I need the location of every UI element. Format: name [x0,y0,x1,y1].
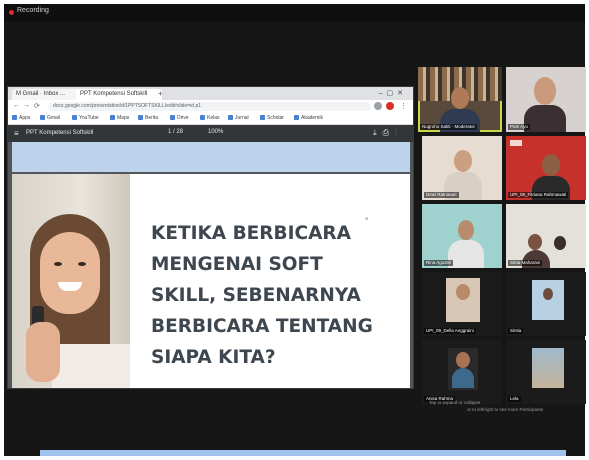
address-bar[interactable]: docs.google.com/presentation/d/1PPTSOFTS… [48,102,371,111]
slide-heading-line: MENGENAI SOFT [151,254,323,275]
bookmark-item[interactable]: Drive [170,115,189,121]
bookmark-item[interactable]: YouTube [72,115,99,121]
photo-eye [54,262,62,266]
participant-name: Sintia [508,328,524,334]
new-tab-button[interactable]: + [158,89,163,98]
gallery-hint: Tap to expand or collapse [429,400,481,405]
participant-tile[interactable]: Lela [506,340,586,404]
photo-face [40,232,100,314]
slide-heading-line: SIAPA KITA? [151,347,276,368]
bookmark-item[interactable]: Scholar [260,115,284,121]
profile-avatar-icon[interactable] [386,102,394,110]
pdf-zoom-level[interactable]: 100% [208,129,223,135]
back-icon[interactable]: ← [13,102,20,109]
participant-head [554,236,566,250]
participant-tile[interactable]: Putri Ayu [506,67,586,132]
participant-name: UPI_08_Fitriana Rahmawati [508,192,569,198]
participant-photo [532,280,564,320]
participant-head [534,77,556,105]
bottom-highlight-strip [40,450,566,456]
forward-icon[interactable]: → [23,102,30,109]
slide-heading: KETIKA BERBICARA MENGENAI SOFT SKILL, SE… [151,218,401,373]
pdf-page-indicator[interactable]: 1 / 28 [168,129,183,135]
photo-hand [26,322,60,382]
bookmark-item[interactable]: Apps [12,115,30,121]
participant-photo [532,348,564,388]
participant-head [454,150,472,172]
gallery-hint: or to left/right to see more Participant… [467,407,544,412]
participant-body [524,105,566,132]
reload-icon[interactable]: ⟳ [34,102,40,110]
participant-name: Lela [508,396,521,402]
slide-photo-woman-on-phone [12,174,130,388]
browser-tab-gmail[interactable]: M Gmail · Inbox ... [12,89,82,100]
pdf-viewer-toolbar: ≡ PPT Kompetensi Softskill 1 / 28 100% ⤓… [8,125,413,142]
participant-head [456,284,470,300]
participant-name: Rina Agustin [424,260,454,266]
participant-head [458,220,474,240]
browser-tab-bar: M Gmail · Inbox ... PPT Kompetensi Softs… [8,87,413,100]
bookmark-item[interactable]: Maps [110,115,129,121]
pdf-menu-icon[interactable]: ≡ [14,129,19,138]
participant-name: Dewi Ratnasari [424,192,459,198]
participant-head [543,288,553,300]
participant-tile[interactable]: UPI_09_Della Anggraini [422,272,502,336]
bookmark-item[interactable]: Jurnal [228,115,249,121]
participant-head [456,352,470,368]
participant-tile[interactable]: Sinta Maharani [506,204,586,268]
participant-head [451,87,469,109]
browser-menu-icon[interactable]: ⋮ [400,102,407,110]
virtual-background-logo [510,140,522,146]
participant-tile[interactable]: Rina Agustin [422,204,502,268]
participant-body [448,240,484,268]
window-controls[interactable]: –▢✕ [379,89,407,97]
participant-name: Sinta Maharani [508,260,543,266]
previous-page-bottom [12,142,410,172]
photo-eye [78,262,86,266]
participant-head [528,234,542,250]
participant-tile[interactable]: Sintia [506,272,586,336]
presentation-slide: • KETIKA BERBICARA MENGENAI SOFT SKILL, … [12,174,410,388]
slide-heading-line: SKILL, SEBENARNYA [151,285,361,306]
slide-heading-line: BERBICARA TENTANG [151,316,373,337]
bookmark-item[interactable]: Gmail [40,115,60,121]
browser-tab-ppt[interactable]: PPT Kompetensi Softskill [76,89,162,100]
photo-shirt [52,344,130,388]
bookmark-item[interactable]: Berita [138,115,158,121]
participant-head [542,154,560,176]
zoom-meeting-window: Recording M Gmail · Inbox ... PPT Kompet… [4,4,586,456]
bookmark-item[interactable]: Kelas [200,115,220,121]
slide-heading-line: KETIKA BERBICARA [151,223,351,244]
participant-tile[interactable]: Nugroho Sakti · Moderator [418,67,502,132]
browser-address-row: ← → ⟳ docs.google.com/presentation/d/1PP… [8,100,413,113]
participant-body [452,368,474,388]
bookmarks-bar: Apps Gmail YouTube Maps Berita Drive Kel… [8,113,413,125]
recording-icon [9,10,14,15]
recording-label: Recording [17,7,49,14]
participant-tile[interactable]: Dewi Ratnasari [422,136,502,200]
extension-icon[interactable] [374,102,382,110]
pdf-download-print-icons[interactable]: ⤓⎙⋮ [373,128,403,138]
participant-tile[interactable]: UPI_08_Fitriana Rahmawati [506,136,586,200]
bookmark-item[interactable]: Akademik [294,115,323,121]
shared-screen: M Gmail · Inbox ... PPT Kompetensi Softs… [7,86,414,389]
pdf-file-name: PPT Kompetensi Softskill [26,130,94,136]
participant-name: Putri Ayu [508,124,530,130]
participant-name: Nugroho Sakti · Moderator [420,124,478,130]
participant-name: UPI_09_Della Anggraini [424,328,476,334]
participant-tile[interactable]: Anisa Rahma [422,340,502,404]
meeting-top-bar: Recording [4,4,585,22]
